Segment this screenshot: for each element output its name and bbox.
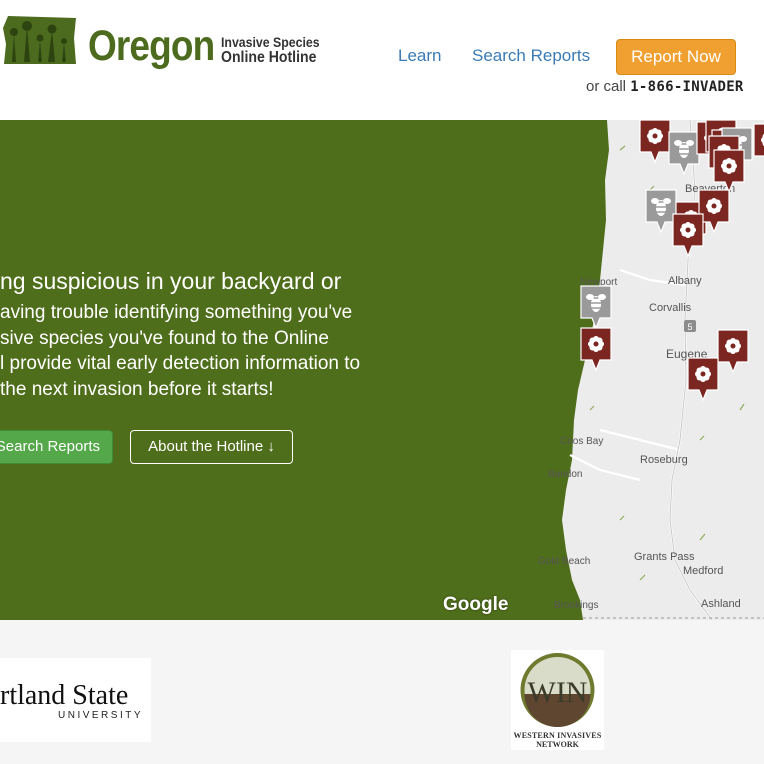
site-logo[interactable]: Oregon Invasive Species Online Hotline xyxy=(0,14,340,74)
flower-icon xyxy=(721,158,737,174)
hero-title: ng suspicious in your backyard or xyxy=(0,268,342,294)
route-shield-icon: 5 xyxy=(684,320,696,332)
flower-icon xyxy=(695,366,711,382)
about-hotline-button[interactable]: About the Hotline ↓ xyxy=(130,430,293,464)
win-logo[interactable]: WIN WESTERN INVASIVES NETWORK xyxy=(511,650,604,750)
logo-subtitle-line2: Online Hotline xyxy=(221,49,317,66)
psu-logo-name: rtland State xyxy=(0,680,129,711)
hero-line-4: the next invasion before it starts! xyxy=(0,378,274,400)
place-roseburg: Roseburg xyxy=(640,454,688,466)
svg-text:WIN: WIN xyxy=(528,676,588,709)
place-grants-pass: Grants Pass xyxy=(634,551,695,563)
nav-search-reports-link[interactable]: Search Reports xyxy=(472,46,590,66)
google-logo: Google xyxy=(443,594,509,615)
flower-icon xyxy=(588,336,604,352)
partner-footer: rtland State UNIVERSITY WIN WESTERN INVA… xyxy=(0,620,764,764)
place-brookings: Brookings xyxy=(554,600,598,611)
svg-text:5: 5 xyxy=(687,322,692,332)
win-line2: NETWORK xyxy=(536,740,579,749)
oregon-state-icon xyxy=(3,16,76,64)
win-emblem-icon: WIN xyxy=(520,653,595,727)
logo-subtitle-line1: Invasive Species xyxy=(221,34,320,50)
site-header: Oregon Invasive Species Online Hotline L… xyxy=(0,0,764,120)
psu-logo-university: UNIVERSITY xyxy=(58,710,144,721)
report-now-button[interactable]: Report Now xyxy=(616,39,736,75)
place-bandon: Bandon xyxy=(548,469,582,480)
place-coos-bay: Coos Bay xyxy=(560,436,603,447)
place-albany: Albany xyxy=(668,275,702,287)
flower-icon xyxy=(725,338,741,354)
flower-icon xyxy=(680,222,696,238)
logo-wordmark: Oregon xyxy=(88,22,215,70)
hero-line-2: sive species you've found to the Online xyxy=(0,327,329,349)
nav-learn-link[interactable]: Learn xyxy=(398,46,441,66)
place-gold-beach: Gold Beach xyxy=(538,556,590,567)
hero-description: aving trouble identifying something you'… xyxy=(0,300,360,402)
hero-line-3: l provide vital early detection informat… xyxy=(0,353,361,374)
win-line1: WESTERN INVASIVES xyxy=(513,731,602,740)
hero-search-reports-button[interactable]: Search Reports xyxy=(0,430,113,464)
call-line: or call 1-866-INVADER xyxy=(586,78,744,95)
flower-icon xyxy=(706,198,722,214)
place-medford: Medford xyxy=(683,565,723,577)
psu-logo[interactable]: rtland State UNIVERSITY xyxy=(0,658,151,742)
flower-icon xyxy=(647,128,663,144)
hero-line-1: aving trouble identifying something you'… xyxy=(0,302,353,323)
place-corvallis: Corvallis xyxy=(649,302,692,314)
call-prefix: or call xyxy=(586,78,627,95)
place-ashland: Ashland xyxy=(701,598,741,610)
hotline-phone[interactable]: 1-866-INVADER xyxy=(630,79,743,95)
logo-subtitle: Invasive Species Online Hotline xyxy=(221,34,320,66)
hero-section: 5 Beaverton Newport Albany Corvallis Eug… xyxy=(0,120,764,620)
